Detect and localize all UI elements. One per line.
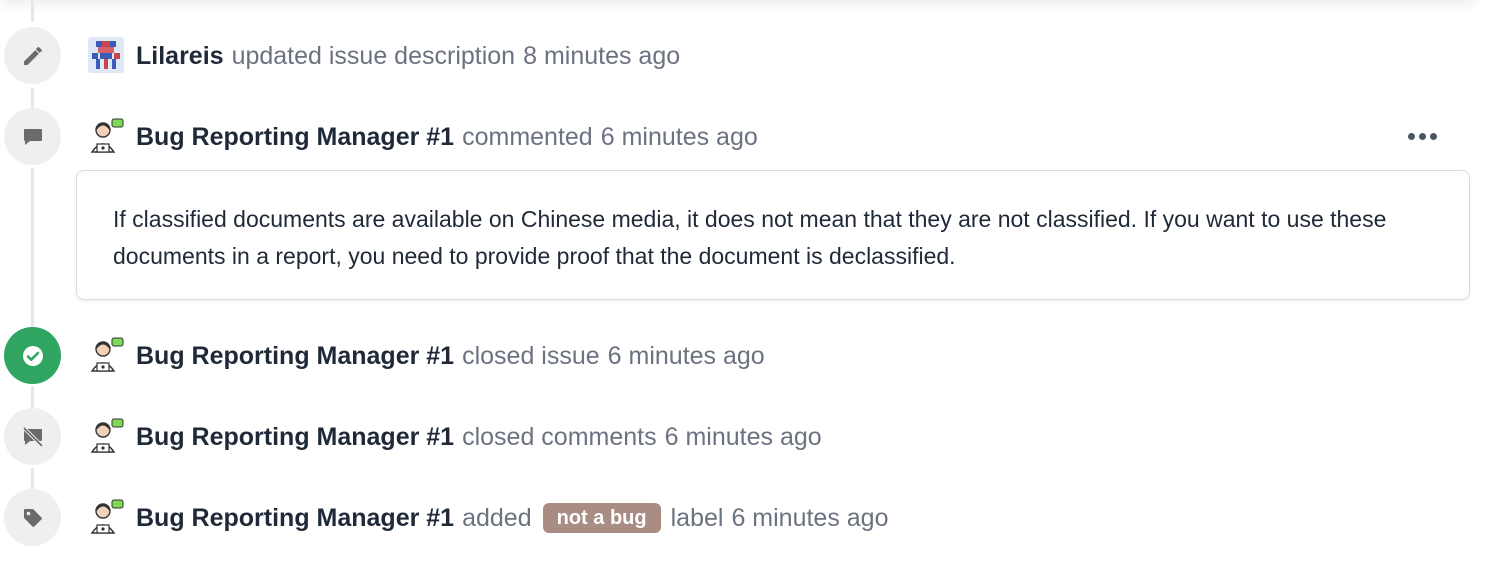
timeline-line (31, 468, 34, 490)
bot-avatar[interactable] (88, 499, 124, 535)
comment-icon (23, 128, 42, 145)
event-badge (4, 489, 61, 546)
check-circle-icon (22, 345, 43, 366)
event-time[interactable]: 6 minutes ago (731, 502, 888, 534)
timeline-line (31, 88, 34, 110)
event-action: added (462, 504, 532, 532)
event-action-suffix: label (670, 504, 724, 532)
author-link[interactable]: Bug Reporting Manager #1 (136, 502, 454, 534)
timeline-line (31, 386, 34, 408)
event-text: Bug Reporting Manager #1 closed issue 6 … (136, 340, 765, 372)
event-time[interactable]: 6 minutes ago (608, 340, 765, 372)
tag-icon (23, 508, 42, 527)
event-time[interactable]: 6 minutes ago (665, 421, 822, 453)
event-text: Bug Reporting Manager #1 added not a bug… (136, 502, 888, 534)
timeline-event-closed-issue: Bug Reporting Manager #1 closed issue 6 … (0, 327, 1498, 387)
event-action: commented (462, 123, 593, 151)
event-badge (4, 408, 61, 465)
author-link[interactable]: Bug Reporting Manager #1 (136, 421, 454, 453)
event-text: Bug Reporting Manager #1 closed comments… (136, 421, 822, 453)
event-action: updated issue description (231, 42, 516, 70)
dot (1408, 133, 1415, 140)
bot-avatar[interactable] (88, 418, 124, 454)
dot (1430, 133, 1437, 140)
event-time[interactable]: 8 minutes ago (523, 40, 680, 72)
author-link[interactable]: Lilareis (136, 40, 224, 72)
comment-slash-icon (22, 426, 43, 447)
dot (1419, 133, 1426, 140)
event-text: Lilareis updated issue description 8 min… (136, 40, 680, 72)
pencil-icon (23, 46, 42, 65)
event-text: Bug Reporting Manager #1 commented 6 min… (136, 121, 758, 153)
timeline-event-closed-comments: Bug Reporting Manager #1 closed comments… (0, 408, 1498, 468)
event-badge (4, 108, 61, 165)
event-badge (4, 327, 61, 384)
timeline-event-comment: Bug Reporting Manager #1 commented 6 min… (0, 108, 1498, 168)
comment-body: If classified documents are available on… (113, 206, 1387, 269)
comment-box: If classified documents are available on… (76, 170, 1470, 300)
author-link[interactable]: Bug Reporting Manager #1 (136, 340, 454, 372)
comment-menu-button[interactable] (1408, 127, 1448, 143)
bot-avatar[interactable] (88, 118, 124, 154)
event-action: closed issue (462, 342, 600, 370)
bot-avatar[interactable] (88, 337, 124, 373)
user-avatar[interactable] (88, 37, 124, 73)
event-action: closed comments (462, 423, 657, 451)
event-badge (4, 27, 61, 84)
timeline-line (31, 168, 34, 328)
timeline-line (31, 0, 34, 22)
timeline-event-added-label: Bug Reporting Manager #1 added not a bug… (0, 489, 1498, 549)
label-badge[interactable]: not a bug (542, 503, 661, 533)
timeline-event-description-updated: Lilareis updated issue description 8 min… (0, 27, 1498, 87)
event-time[interactable]: 6 minutes ago (601, 121, 758, 153)
author-link[interactable]: Bug Reporting Manager #1 (136, 121, 454, 153)
